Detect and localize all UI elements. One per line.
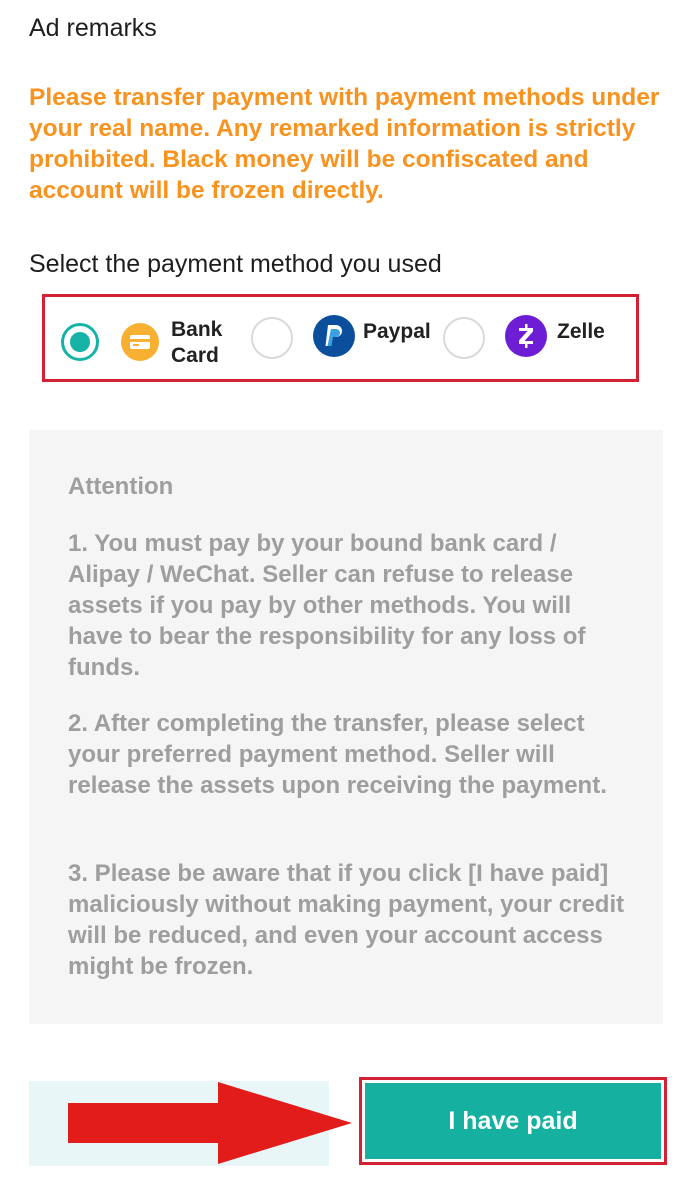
pointer-arrow-icon [68, 1082, 352, 1164]
radio-paypal[interactable] [251, 317, 293, 359]
ad-remarks-title: Ad remarks [29, 14, 157, 42]
attention-item-2: 2. After completing the transfer, please… [68, 710, 607, 799]
bank-card-label-line2: Card [171, 344, 219, 367]
radio-bank-card[interactable] [61, 323, 99, 361]
zelle-icon [505, 315, 547, 357]
bank-card-icon [121, 323, 159, 361]
paid-button-highlight: I have paid [359, 1077, 667, 1165]
ad-remarks-warning: Please transfer payment with payment met… [29, 84, 660, 204]
bank-card-label[interactable]: Bank Card [171, 317, 231, 369]
i-have-paid-button[interactable]: I have paid [365, 1083, 661, 1159]
payment-method-selector: Bank Card Paypal Zelle [42, 294, 639, 382]
attention-item-1: 1. You must pay by your bound bank card … [68, 530, 586, 681]
zelle-label[interactable]: Zelle [557, 319, 605, 345]
attention-title: Attention [68, 473, 174, 500]
paypal-label[interactable]: Paypal [363, 319, 431, 345]
payment-method-title: Select the payment method you used [29, 250, 442, 278]
bank-card-label-line1: Bank [171, 318, 223, 341]
radio-zelle[interactable] [443, 317, 485, 359]
paypal-icon [313, 315, 355, 357]
attention-item-3: 3. Please be aware that if you click [I … [68, 860, 625, 980]
